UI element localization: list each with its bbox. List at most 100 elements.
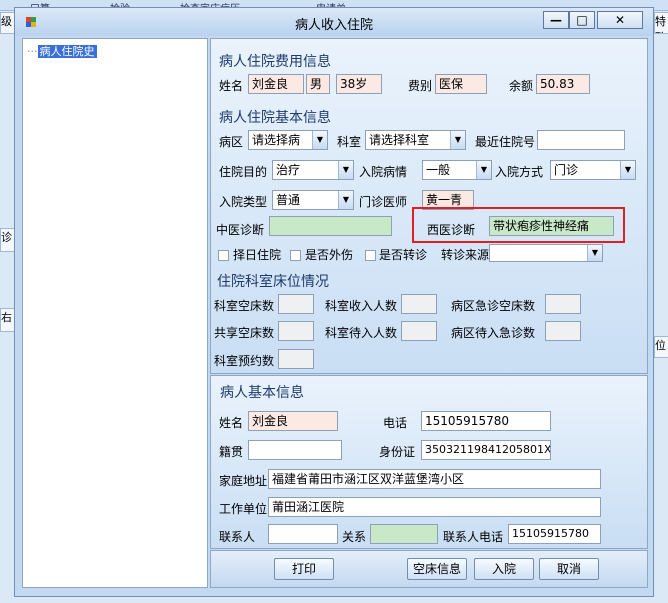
maximize-button[interactable]: □ (569, 11, 595, 29)
contact-phone-label: 联系人电话 (443, 530, 504, 544)
fee-type-label: 费别 (408, 79, 433, 93)
empty-bed-info-button[interactable]: 空床信息 (407, 558, 467, 580)
ward-label: 病区 (219, 135, 244, 149)
purpose-label: 住院目的 (219, 165, 268, 179)
doctor-label: 门诊医师 (359, 195, 408, 209)
admit-button[interactable]: 入院 (474, 558, 534, 580)
relation-label: 关系 (342, 530, 367, 544)
history-tree: ··· 病人住院史 (22, 38, 208, 588)
relation-field[interactable] (370, 524, 438, 544)
beds-section-title: 住院科室床位情况 (217, 274, 329, 290)
transfer-source-select[interactable]: ▼ (489, 244, 603, 262)
purpose-select[interactable]: 治疗 ▼ (272, 160, 354, 180)
patient-info-panel: 病人基本信息 姓名 刘金良 电话 15105915780 籍贯 身份证 3503… (210, 375, 648, 549)
chevron-down-icon: ▼ (450, 131, 465, 149)
native-field[interactable] (248, 440, 342, 460)
minimize-button[interactable]: — (543, 11, 569, 29)
chevron-down-icon: ▼ (338, 161, 353, 179)
id-label: 身份证 (379, 445, 416, 459)
checkbox-label: 是否转诊 (379, 248, 428, 262)
checkbox-label: 择日住院 (233, 248, 282, 262)
method-value: 门诊 (554, 163, 579, 177)
checkbox-transfer[interactable] (365, 250, 376, 261)
chevron-down-icon: ▼ (587, 245, 602, 261)
age-field[interactable]: 38岁 (336, 74, 382, 94)
fee-type-field[interactable]: 医保 (435, 74, 487, 94)
method-label: 入院方式 (495, 165, 544, 179)
balance-label: 余额 (509, 79, 534, 93)
close-button[interactable]: ✕ (597, 11, 643, 29)
ward-select[interactable]: 请选择病 ▼ (248, 130, 328, 150)
method-select[interactable]: 门诊 ▼ (550, 160, 636, 180)
condition-label: 入院病情 (359, 165, 408, 179)
condition-value: 一般 (426, 163, 451, 177)
address-field[interactable]: 福建省莆田市涵江区双洋蓝堡湾小区 (268, 469, 601, 489)
bed-label: 科室收入人数 (325, 299, 398, 313)
dept-admitted-field[interactable] (401, 294, 437, 314)
cancel-button[interactable]: 取消 (539, 558, 599, 580)
phone-field[interactable]: 15105915780 (421, 411, 551, 431)
dept-empty-beds-field[interactable] (278, 294, 314, 314)
cost-section-title: 病人住院费用信息 (219, 54, 331, 70)
transfer-source-label: 转诊来源 (441, 248, 490, 262)
ward-value: 请选择病 (252, 133, 301, 147)
tree-item-label: 病人住院史 (37, 45, 97, 58)
title-bar: 病人收入住院 — □ ✕ (15, 8, 653, 36)
bed-label: 科室待入人数 (325, 326, 398, 340)
recent-no-label: 最近住院号 (475, 135, 536, 149)
dept-reservation-field[interactable] (278, 349, 314, 369)
patient-name-label: 姓名 (219, 416, 244, 430)
work-label: 工作单位 (219, 502, 268, 516)
tree-line-icon: ··· (27, 45, 38, 58)
condition-select[interactable]: 一般 ▼ (422, 160, 492, 180)
bg-right-label: 特殊 (654, 12, 668, 34)
contact-field[interactable] (268, 524, 338, 544)
bed-label: 病区急诊空床数 (451, 299, 536, 313)
sex-field[interactable]: 男 (306, 74, 330, 94)
chevron-down-icon: ▼ (620, 161, 635, 179)
chevron-down-icon: ▼ (338, 191, 353, 209)
address-label: 家庭地址 (219, 474, 268, 488)
dept-pending-field[interactable] (401, 321, 437, 341)
button-bar: 打印 空床信息 入院 取消 (210, 550, 648, 588)
checkbox-label: 是否外伤 (305, 248, 354, 262)
work-field[interactable]: 莆田涵江医院 (268, 497, 601, 517)
checkbox-scheduled-admission[interactable] (218, 250, 229, 261)
native-label: 籍贯 (219, 445, 244, 459)
bed-label: 病区待入急诊数 (451, 326, 536, 340)
dept-select[interactable]: 请选择科室 ▼ (365, 130, 466, 150)
highlight-box (412, 207, 625, 243)
chevron-down-icon: ▼ (312, 131, 327, 149)
tcm-diagnosis-label: 中医诊断 (216, 223, 265, 237)
bg-right-label: 位 (654, 336, 668, 358)
name-label: 姓名 (219, 79, 244, 93)
recent-no-field[interactable] (537, 130, 625, 150)
checkbox-trauma[interactable] (290, 250, 301, 261)
purpose-value: 治疗 (276, 163, 301, 177)
id-field[interactable]: 35032119841205801X (421, 440, 551, 460)
basic-section-title: 病人住院基本信息 (219, 110, 331, 126)
phone-label: 电话 (383, 416, 408, 430)
ward-pending-emergency-field[interactable] (545, 321, 581, 341)
dept-label: 科室 (337, 135, 362, 149)
name-field[interactable]: 刘金良 (248, 74, 304, 94)
shared-empty-beds-field[interactable] (278, 321, 314, 341)
tcm-diagnosis-field[interactable] (269, 216, 392, 236)
bed-label: 科室空床数 (214, 299, 275, 313)
admission-info-panel: 病人住院费用信息 姓名 刘金良 男 38岁 费别 医保 余额 50.83 病人住… (210, 38, 648, 374)
patient-name-field[interactable]: 刘金良 (248, 411, 338, 431)
contact-phone-field[interactable]: 15105915780 (508, 524, 601, 544)
patient-section-title: 病人基本信息 (220, 385, 304, 401)
tree-item-history[interactable]: ··· 病人住院史 (27, 43, 97, 59)
print-button[interactable]: 打印 (274, 558, 334, 580)
balance-field[interactable]: 50.83 (536, 74, 590, 94)
bed-label: 科室预约数 (214, 354, 275, 368)
type-select[interactable]: 普通 ▼ (272, 190, 354, 210)
contact-label: 联系人 (219, 530, 256, 544)
bed-label: 共享空床数 (214, 326, 275, 340)
type-value: 普通 (276, 193, 301, 207)
admission-dialog: 病人收入住院 — □ ✕ ··· 病人住院史 病人住院费用信息 姓名 刘金良 男 … (14, 7, 654, 597)
dept-value: 请选择科室 (369, 133, 430, 147)
ward-emergency-beds-field[interactable] (545, 294, 581, 314)
type-label: 入院类型 (219, 195, 268, 209)
